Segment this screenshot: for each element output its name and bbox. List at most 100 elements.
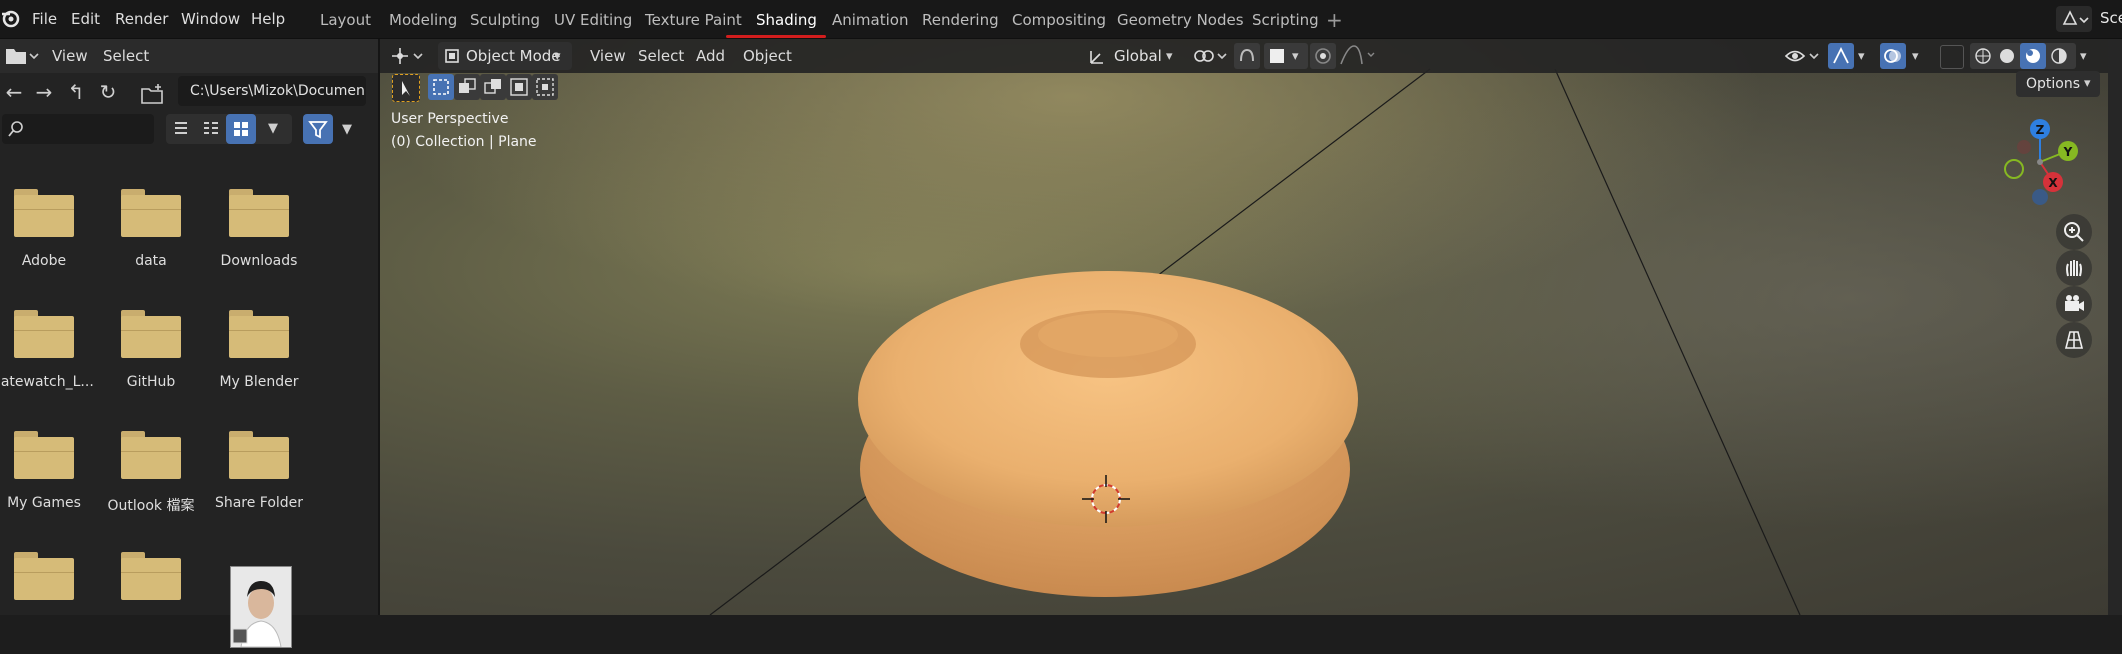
file-item-downloads[interactable]: Downloads bbox=[205, 181, 313, 291]
wireframe-shading-icon[interactable] bbox=[1974, 47, 1992, 65]
file-item-my-blender[interactable]: My Blender bbox=[205, 302, 313, 412]
solid-shading-icon[interactable] bbox=[1998, 47, 2016, 65]
file-browser-view-menu[interactable]: View bbox=[52, 47, 88, 65]
file-item-share-folder[interactable]: Share Folder bbox=[205, 423, 313, 533]
snap-target-dropdown[interactable]: ▾ bbox=[1264, 43, 1308, 69]
file-item-outlook[interactable]: Outlook 檔案 bbox=[97, 423, 205, 533]
portrait-photo-icon bbox=[231, 567, 291, 648]
perspective-toggle-icon[interactable] bbox=[2056, 322, 2092, 358]
tab-modeling[interactable]: Modeling bbox=[389, 0, 457, 38]
tab-animation[interactable]: Animation bbox=[832, 0, 908, 38]
tab-sculpting[interactable]: Sculpting bbox=[470, 0, 540, 38]
selection-extend-icon[interactable] bbox=[454, 74, 480, 100]
view-perspective-label: User Perspective bbox=[391, 111, 509, 127]
tab-layout[interactable]: Layout bbox=[320, 0, 371, 38]
folder-icon bbox=[229, 431, 289, 479]
navigation-gizmo[interactable]: Z Y X bbox=[1980, 107, 2090, 217]
tab-rendering[interactable]: Rendering bbox=[922, 0, 999, 38]
file-item-data[interactable]: data bbox=[97, 181, 205, 291]
tab-texture-paint[interactable]: Texture Paint bbox=[645, 0, 742, 38]
proportional-editing-icon[interactable] bbox=[1310, 43, 1336, 69]
3d-viewport[interactable]: Object Mode ▾ View Select Add Object Glo… bbox=[380, 39, 2108, 615]
snap-increment-icon bbox=[1270, 49, 1284, 63]
horizontal-list-icon[interactable] bbox=[196, 114, 226, 144]
back-arrow-icon[interactable]: ← bbox=[0, 78, 28, 106]
falloff-curve-icon[interactable] bbox=[1338, 44, 1378, 68]
folder-icon bbox=[14, 189, 74, 237]
snap-toggle-icon[interactable] bbox=[1234, 43, 1260, 69]
material-preview-shading-icon[interactable] bbox=[2020, 43, 2046, 69]
file-item-github[interactable]: GitHub bbox=[97, 302, 205, 412]
file-browser-select-menu[interactable]: Select bbox=[103, 47, 149, 65]
rendered-shading-icon[interactable] bbox=[2050, 47, 2068, 65]
blender-logo-icon[interactable] bbox=[0, 6, 22, 30]
file-item-label: Share Folder bbox=[214, 495, 304, 511]
scene-name[interactable]: Sce bbox=[2100, 9, 2122, 27]
thumbnail-grid-icon[interactable] bbox=[226, 114, 256, 144]
xray-toggle-icon[interactable] bbox=[1940, 45, 1964, 69]
tab-compositing[interactable]: Compositing bbox=[1012, 0, 1106, 38]
options-dropdown[interactable]: Options ▾ bbox=[2016, 71, 2100, 97]
gizmo-chevron-down-icon[interactable]: ▾ bbox=[1858, 49, 1865, 64]
file-browser-header: View Select bbox=[0, 39, 378, 73]
selection-set-icon[interactable] bbox=[428, 74, 454, 100]
file-item-adobe[interactable]: Adobe bbox=[0, 181, 98, 291]
viewport-add-menu[interactable]: Add bbox=[696, 47, 725, 65]
vertical-list-icon[interactable] bbox=[166, 114, 196, 144]
folder-icon bbox=[229, 310, 289, 358]
chevron-down-icon: ▾ bbox=[2084, 76, 2091, 91]
refresh-icon[interactable]: ↻ bbox=[94, 78, 122, 106]
viewport-select-menu[interactable]: Select bbox=[638, 47, 684, 65]
tab-uv-editing[interactable]: UV Editing bbox=[554, 0, 632, 38]
selection-invert-icon[interactable] bbox=[506, 74, 532, 100]
forward-arrow-icon[interactable]: → bbox=[30, 78, 58, 106]
zoom-icon[interactable] bbox=[2056, 214, 2092, 250]
chevron-down-icon: ▾ bbox=[1292, 49, 1299, 64]
shading-chevron-down-icon[interactable]: ▾ bbox=[2080, 49, 2087, 64]
viewport-view-menu[interactable]: View bbox=[590, 47, 626, 65]
overlays-chevron-down-icon[interactable]: ▾ bbox=[1912, 49, 1919, 64]
camera-view-icon[interactable] bbox=[2056, 286, 2092, 322]
tab-shading[interactable]: Shading bbox=[756, 0, 817, 38]
menu-file[interactable]: File bbox=[32, 0, 57, 38]
menu-help[interactable]: Help bbox=[251, 0, 285, 38]
object-mode-dropdown[interactable]: Object Mode ▾ bbox=[438, 42, 572, 70]
filter-toggle-button[interactable] bbox=[303, 114, 333, 144]
viewport-object-menu[interactable]: Object bbox=[743, 47, 792, 65]
add-workspace-button[interactable]: + bbox=[1326, 8, 1343, 32]
file-item-my-games[interactable]: My Games bbox=[0, 423, 98, 533]
properties-panel-edge[interactable] bbox=[2108, 39, 2122, 615]
file-item-folder[interactable] bbox=[97, 544, 205, 654]
menu-render[interactable]: Render bbox=[115, 0, 168, 38]
menu-edit[interactable]: Edit bbox=[71, 0, 100, 38]
show-overlays-icon[interactable] bbox=[1880, 43, 1906, 69]
image-thumbnail[interactable] bbox=[230, 566, 292, 648]
transform-orientation-dropdown[interactable]: Global ▾ bbox=[1084, 42, 1182, 70]
show-gizmo-icon[interactable] bbox=[1828, 43, 1854, 69]
menu-window[interactable]: Window bbox=[181, 0, 240, 38]
filter-funnel-icon bbox=[308, 121, 328, 139]
tab-geometry-nodes[interactable]: Geometry Nodes bbox=[1117, 0, 1244, 38]
folder-icon bbox=[121, 310, 181, 358]
new-folder-icon[interactable] bbox=[140, 82, 166, 106]
filter-chevron-down-icon[interactable]: ▼ bbox=[342, 122, 352, 137]
filename-search-field[interactable] bbox=[2, 114, 154, 144]
editor-type-icon[interactable] bbox=[390, 46, 426, 66]
scene-selector-icon[interactable] bbox=[2056, 6, 2092, 32]
select-tool-icon[interactable] bbox=[392, 74, 420, 102]
pan-hand-icon[interactable] bbox=[2056, 250, 2092, 286]
viewport-header: Object Mode ▾ View Select Add Object Glo… bbox=[380, 39, 2108, 73]
visibility-eye-icon[interactable] bbox=[1784, 45, 1820, 67]
chevron-down-icon[interactable]: ▼ bbox=[268, 121, 278, 136]
file-item-folder[interactable] bbox=[0, 544, 98, 654]
editor-type-folder-icon[interactable] bbox=[4, 45, 40, 67]
pivot-point-icon[interactable] bbox=[1192, 46, 1230, 66]
file-item-gatewatch[interactable]: Gatewatch_L... bbox=[0, 302, 98, 412]
parent-directory-icon[interactable]: ↰ bbox=[62, 78, 90, 106]
selection-intersect-icon[interactable] bbox=[532, 74, 558, 100]
selection-subtract-icon[interactable] bbox=[480, 74, 506, 100]
directory-path-field[interactable]: C:\Users\Mizok\Documen... bbox=[178, 76, 366, 106]
chevron-down-icon: ▾ bbox=[554, 49, 561, 64]
folder-icon bbox=[14, 552, 74, 600]
tab-scripting[interactable]: Scripting bbox=[1252, 0, 1319, 38]
